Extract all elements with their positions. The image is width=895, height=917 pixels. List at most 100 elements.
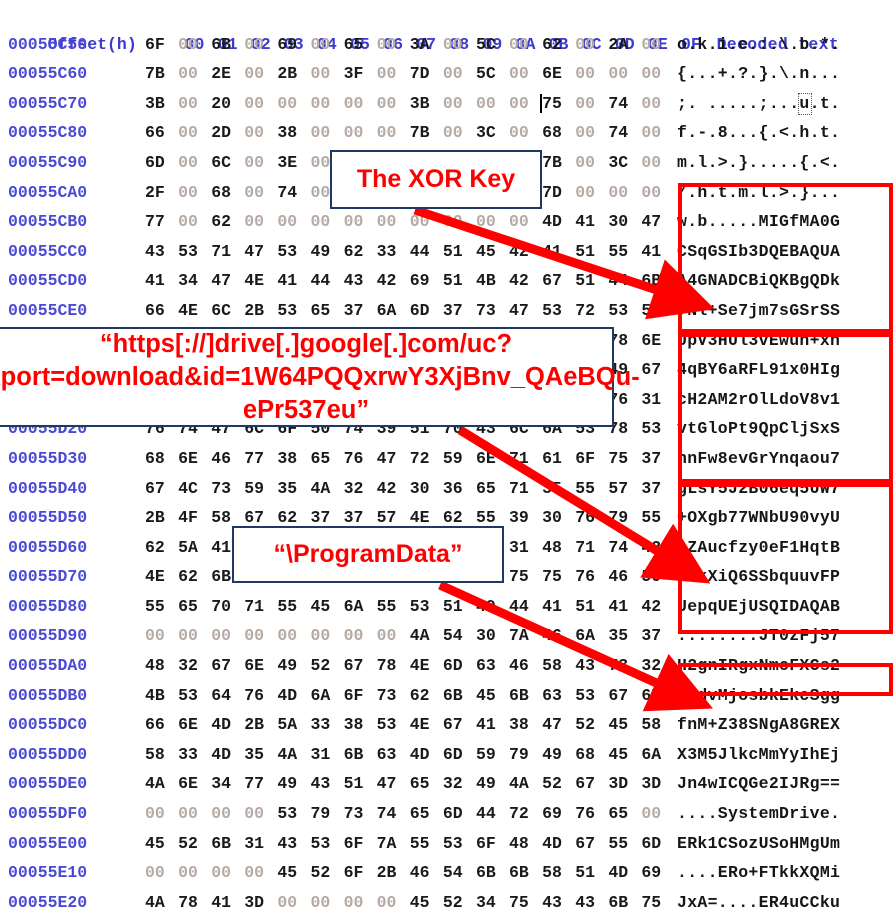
hex-byte[interactable]: 00 xyxy=(509,59,542,89)
hex-byte[interactable]: 39 xyxy=(509,503,542,533)
hex-byte[interactable]: 4D xyxy=(608,858,641,888)
hex-byte[interactable]: 6E xyxy=(542,59,575,89)
hex-byte[interactable]: 75 xyxy=(608,444,641,474)
hex-row[interactable]: 00055CE0 66 4E 6C 2B 53 65 37 6A 6D 37 73 47 53 72 53 53… xyxy=(0,296,895,326)
hex-byte[interactable]: 47 xyxy=(542,710,575,740)
hex-byte[interactable]: 74 xyxy=(608,118,641,148)
row-bytes[interactable]: 58 33 4D 35 4A 31 6B 63 4D 6D 59 79 49 68 45 6A xyxy=(145,740,675,770)
hex-byte[interactable]: 45 xyxy=(608,740,641,770)
hex-byte[interactable]: 6D xyxy=(443,740,476,770)
hex-byte[interactable]: 00 xyxy=(575,118,608,148)
hex-byte[interactable]: 52 xyxy=(310,858,343,888)
hex-byte[interactable]: 2B xyxy=(244,710,277,740)
hex-byte[interactable]: 53 xyxy=(310,829,343,859)
hex-byte[interactable]: 68 xyxy=(211,178,244,208)
hex-byte[interactable]: 4D xyxy=(211,740,244,770)
hex-byte[interactable]: 41 xyxy=(277,266,310,296)
hex-byte[interactable]: 6E xyxy=(178,769,211,799)
hex-byte[interactable]: 53 xyxy=(641,414,674,444)
hex-byte[interactable]: 38 xyxy=(277,444,310,474)
hex-byte[interactable]: 42 xyxy=(377,474,410,504)
hex-byte[interactable]: 4A xyxy=(310,474,343,504)
hex-byte[interactable]: 35 xyxy=(277,474,310,504)
hex-byte[interactable]: 62 xyxy=(542,30,575,60)
hex-byte[interactable]: 00 xyxy=(575,148,608,178)
hex-byte[interactable]: 00 xyxy=(641,118,674,148)
hex-byte[interactable]: 6B xyxy=(509,681,542,711)
hex-byte[interactable]: 33 xyxy=(377,237,410,267)
hex-byte[interactable]: 49 xyxy=(476,769,509,799)
row-bytes[interactable]: 00 00 00 00 45 52 6F 2B 46 54 6B 6B 58 51 4D 69 xyxy=(145,858,675,888)
hex-byte[interactable]: 46 xyxy=(410,858,443,888)
hex-byte[interactable]: 55 xyxy=(145,592,178,622)
row-bytes[interactable]: 00 00 00 00 00 00 00 00 4A 54 30 7A 46 6A 35 37 xyxy=(145,621,675,651)
row-decoded-text[interactable]: UpV3HUl3vEwuh+xn xyxy=(675,326,840,356)
hex-byte[interactable]: 37 xyxy=(641,444,674,474)
hex-byte[interactable]: 00 xyxy=(211,858,244,888)
hex-byte[interactable]: 62 xyxy=(145,533,178,563)
hex-byte[interactable]: 65 xyxy=(410,769,443,799)
hex-byte[interactable]: 00 xyxy=(443,118,476,148)
hex-byte[interactable]: 00 xyxy=(211,799,244,829)
hex-byte[interactable]: 00 xyxy=(244,59,277,89)
hex-row[interactable]: 00055CD0 41 34 47 4E 41 44 43 42 69 51 4B 42 67 51 44 6B… xyxy=(0,266,895,296)
hex-byte[interactable]: 77 xyxy=(145,207,178,237)
hex-byte[interactable]: 00 xyxy=(178,799,211,829)
hex-byte[interactable]: 6A xyxy=(310,681,343,711)
hex-byte[interactable]: 5A xyxy=(277,710,310,740)
hex-byte[interactable]: 41 xyxy=(641,237,674,267)
hex-byte[interactable]: 55 xyxy=(608,237,641,267)
row-decoded-text[interactable]: gLsY5J2B06eq5UW7 xyxy=(675,474,840,504)
hex-byte[interactable]: 32 xyxy=(443,769,476,799)
hex-byte[interactable]: 00 xyxy=(244,118,277,148)
hex-byte[interactable]: 54 xyxy=(443,621,476,651)
hex-byte[interactable]: 69 xyxy=(641,858,674,888)
hex-byte[interactable]: 67 xyxy=(641,355,674,385)
hex-byte[interactable]: 00 xyxy=(145,621,178,651)
hex-byte[interactable]: 43 xyxy=(575,651,608,681)
hex-byte[interactable]: 61 xyxy=(542,444,575,474)
hex-byte[interactable]: 49 xyxy=(277,651,310,681)
hex-byte[interactable]: 00 xyxy=(575,30,608,60)
hex-byte[interactable]: 37 xyxy=(641,474,674,504)
hex-byte[interactable]: 6E xyxy=(244,651,277,681)
hex-byte[interactable]: 65 xyxy=(608,799,641,829)
hex-byte[interactable]: 69 xyxy=(410,266,443,296)
hex-byte[interactable]: 30 xyxy=(410,474,443,504)
hex-byte[interactable]: 00 xyxy=(575,59,608,89)
hex-byte[interactable]: 00 xyxy=(377,30,410,60)
hex-row[interactable]: 00055D90 00 00 00 00 00 00 00 00 4A 54 30 7A 46 6A 35 37… xyxy=(0,621,895,651)
hex-byte[interactable]: 3D xyxy=(244,888,277,917)
hex-byte[interactable]: 5C xyxy=(476,59,509,89)
hex-byte[interactable]: 6D xyxy=(443,799,476,829)
hex-byte[interactable]: 4D xyxy=(277,681,310,711)
hex-byte[interactable]: 2B xyxy=(145,503,178,533)
hex-byte[interactable]: 4E xyxy=(410,651,443,681)
hex-byte[interactable]: 4D xyxy=(211,710,244,740)
hex-byte[interactable]: 58 xyxy=(641,710,674,740)
hex-row[interactable]: 00055DE0 4A 6E 34 77 49 43 51 47 65 32 49 4A 52 67 3D 3D… xyxy=(0,769,895,799)
hex-byte[interactable]: 47 xyxy=(377,769,410,799)
hex-byte[interactable]: 33 xyxy=(310,710,343,740)
hex-byte[interactable]: 2D xyxy=(211,118,244,148)
hex-byte[interactable]: 46 xyxy=(509,651,542,681)
hex-byte[interactable]: 59 xyxy=(443,444,476,474)
hex-byte[interactable]: 00 xyxy=(211,621,244,651)
hex-byte[interactable]: 7B xyxy=(542,148,575,178)
hex-byte[interactable]: 42 xyxy=(377,266,410,296)
hex-byte[interactable]: 6D xyxy=(410,296,443,326)
hex-byte[interactable]: 44 xyxy=(509,592,542,622)
hex-byte[interactable]: 66 xyxy=(145,296,178,326)
hex-byte[interactable]: 6E xyxy=(641,326,674,356)
hex-byte[interactable]: 76 xyxy=(575,503,608,533)
hex-byte[interactable]: 3B xyxy=(145,89,178,119)
hex-byte[interactable]: 4C xyxy=(178,474,211,504)
hex-byte[interactable]: 55 xyxy=(641,503,674,533)
hex-row[interactable]: 00055D80 55 65 70 71 55 45 6A 55 53 51 49 44 41 51 41 42… xyxy=(0,592,895,622)
hex-byte[interactable]: 33 xyxy=(178,740,211,770)
hex-byte[interactable]: 66 xyxy=(145,118,178,148)
row-decoded-text[interactable]: KSdvMjosbkEkcSgg xyxy=(675,681,840,711)
hex-byte[interactable]: 63 xyxy=(542,681,575,711)
hex-byte[interactable]: 45 xyxy=(310,592,343,622)
row-bytes[interactable]: 55 65 70 71 55 45 6A 55 53 51 49 44 41 51 41 42 xyxy=(145,592,675,622)
